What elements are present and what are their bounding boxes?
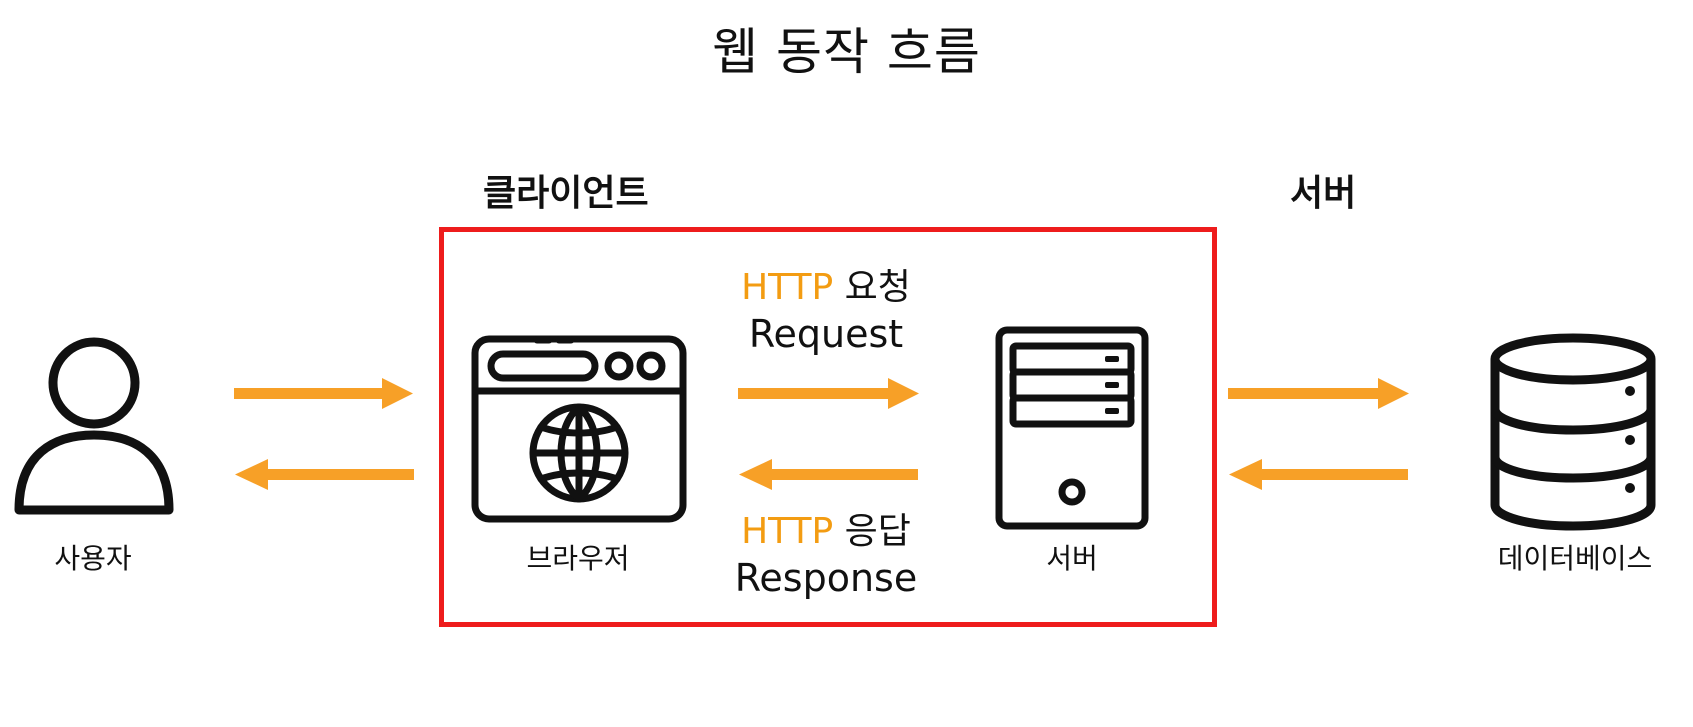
arrow-browser-to-server [738,378,919,409]
response-english: Response [734,556,918,600]
request-protocol: HTTP [741,267,834,308]
arrow-server-to-browser [739,459,918,490]
user-label: 사용자 [54,542,132,575]
arrow-browser-to-user [235,459,414,490]
arrow-database-to-server [1229,459,1408,490]
flow-arrows [234,378,1409,490]
database-icon [1490,333,1656,531]
response-heading: HTTP 응답 [676,510,976,553]
user-icon [14,337,174,515]
arrow-server-to-database [1228,378,1409,409]
browser-label: 브라우저 [526,542,630,575]
response-kind: 응답 [844,511,911,552]
arrow-user-to-browser [234,378,413,409]
request-english: Request [748,312,904,356]
database-label: 데이터베이스 [1497,542,1653,575]
browser-globe-icon [471,335,687,523]
server-tower-icon [995,326,1149,530]
server-label: 서버 [1046,542,1098,575]
request-kind: 요청 [844,267,911,308]
response-protocol: HTTP [741,511,834,552]
request-heading: HTTP 요청 [676,266,976,309]
